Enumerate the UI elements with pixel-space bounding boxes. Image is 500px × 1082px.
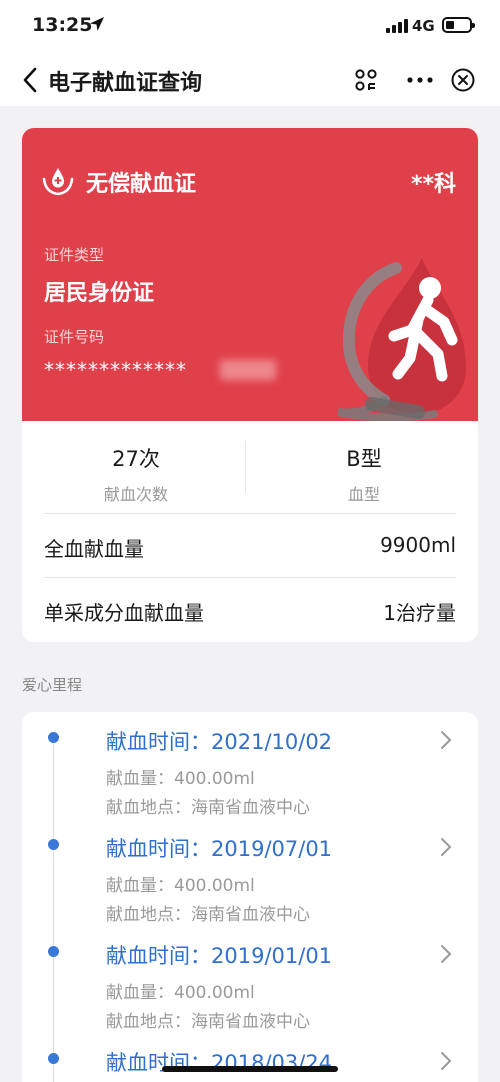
timeline-dot bbox=[48, 839, 59, 850]
donation-date: 献血时间：2019/07/01 bbox=[106, 837, 333, 861]
location-arrow-icon bbox=[90, 17, 104, 31]
row-divider bbox=[44, 513, 456, 514]
chevron-right-icon bbox=[441, 1052, 452, 1070]
page-title: 电子献血证查询 bbox=[48, 71, 203, 96]
chevron-right-icon bbox=[441, 945, 452, 963]
donation-place: 献血地点：海南省血液中心 bbox=[106, 798, 310, 818]
home-indicator[interactable] bbox=[162, 1066, 338, 1072]
donation-amount: 献血量：400.00ml bbox=[106, 876, 255, 896]
donation-date: 献血时间：2021/10/02 bbox=[106, 730, 333, 754]
apheresis-value: 1治疗量 bbox=[383, 601, 456, 625]
donation-summary-panel: 27次 献血次数 B型 血型 全血献血量 9900ml 单采成分血献血量 1治疗… bbox=[22, 421, 478, 642]
donation-date: 献血时间：2019/01/01 bbox=[106, 944, 333, 968]
donation-count-stat: 27次 献血次数 bbox=[22, 443, 250, 505]
signal-icon bbox=[386, 19, 408, 33]
blood-donation-emblem bbox=[337, 258, 466, 421]
close-icon[interactable] bbox=[451, 68, 475, 92]
donation-timeline: 献血时间：2021/10/02 献血量：400.00ml 献血地点：海南省血液中… bbox=[22, 712, 478, 1082]
donation-date: 献血时间：2018/03/24 bbox=[106, 1051, 333, 1075]
chevron-right-icon bbox=[441, 731, 452, 749]
timeline-dot bbox=[48, 946, 59, 957]
section-title-love-journey: 爱心里程 bbox=[22, 676, 83, 694]
donation-amount: 献血量：400.00ml bbox=[106, 983, 255, 1003]
holder-name: **科 bbox=[410, 172, 456, 197]
donation-certificate-card: 无偿献血证 **科 证件类型 居民身份证 证件号码 ************* bbox=[22, 128, 478, 421]
timeline-dot bbox=[48, 732, 59, 743]
donation-place: 献血地点：海南省血液中心 bbox=[106, 905, 310, 925]
donation-amount: 献血量：400.00ml bbox=[106, 769, 255, 789]
stat-divider bbox=[245, 441, 246, 493]
card-title: 无偿献血证 bbox=[86, 172, 197, 197]
status-bar: 13:25 4G bbox=[0, 0, 500, 54]
back-chevron-icon[interactable] bbox=[20, 66, 40, 94]
more-icon[interactable] bbox=[406, 68, 434, 92]
blood-type-value: B型 bbox=[346, 447, 382, 471]
nav-bar: 电子献血证查询 bbox=[0, 54, 500, 106]
status-time: 13:25 bbox=[32, 14, 93, 36]
scan-icon[interactable] bbox=[354, 68, 378, 92]
chevron-right-icon bbox=[441, 838, 452, 856]
network-type: 4G bbox=[412, 17, 435, 35]
whole-blood-value: 9900ml bbox=[380, 533, 456, 557]
id-number-redaction bbox=[220, 360, 276, 380]
blood-drop-hands-icon bbox=[42, 168, 74, 196]
id-number-value: ************* bbox=[44, 358, 187, 382]
battery-icon bbox=[442, 17, 475, 33]
timeline-item[interactable]: 献血时间：2021/10/02 献血量：400.00ml 献血地点：海南省血液中… bbox=[22, 712, 478, 818]
timeline-dot bbox=[48, 1053, 59, 1064]
id-type-value: 居民身份证 bbox=[44, 281, 155, 306]
timeline-item[interactable]: 献血时间：2018/03/24 bbox=[22, 1033, 478, 1082]
blood-type-label: 血型 bbox=[347, 485, 380, 504]
timeline-item[interactable]: 献血时间：2019/01/01 献血量：400.00ml 献血地点：海南省血液中… bbox=[22, 926, 478, 1032]
id-number-label: 证件号码 bbox=[44, 328, 105, 346]
id-type-label: 证件类型 bbox=[44, 246, 105, 264]
donation-place: 献血地点：海南省血液中心 bbox=[106, 1012, 310, 1032]
donation-count-value: 27次 bbox=[112, 447, 160, 471]
whole-blood-label: 全血献血量 bbox=[44, 537, 144, 561]
row-divider bbox=[44, 577, 456, 578]
blood-type-stat: B型 血型 bbox=[250, 443, 478, 505]
apheresis-label: 单采成分血献血量 bbox=[44, 601, 204, 625]
timeline-item[interactable]: 献血时间：2019/07/01 献血量：400.00ml 献血地点：海南省血液中… bbox=[22, 819, 478, 925]
donation-count-label: 献血次数 bbox=[103, 485, 168, 504]
